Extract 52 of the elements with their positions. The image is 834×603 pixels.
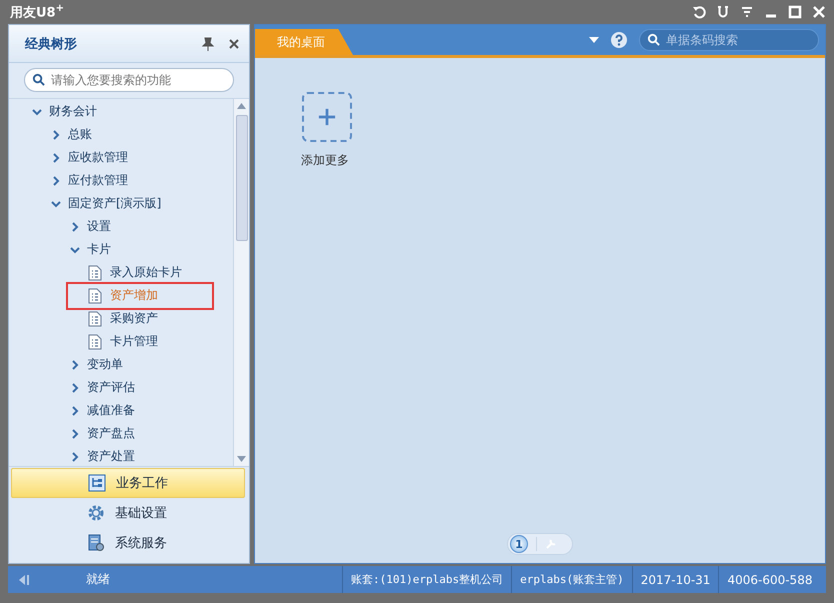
status-text: 就绪 — [86, 571, 111, 588]
tree-item[interactable]: 减值准备 — [84, 400, 138, 421]
gear-icon — [87, 504, 105, 522]
pin-icon[interactable] — [201, 36, 215, 50]
u-shaped-icon[interactable] — [716, 5, 730, 19]
nav-item[interactable]: 基础设置 — [11, 498, 245, 528]
scroll-up-icon[interactable] — [237, 103, 246, 109]
dropdown-icon[interactable] — [589, 37, 599, 43]
add-button[interactable] — [302, 92, 352, 142]
tree-item[interactable]: 财务会计 — [46, 101, 100, 122]
tree-item[interactable]: 设置 — [84, 216, 114, 237]
menu-icon[interactable] — [740, 5, 754, 19]
tree-item[interactable]: 应收款管理 — [65, 147, 131, 168]
tree-item[interactable]: 固定资产[演示版] — [65, 193, 164, 214]
tree-item[interactable]: 资产评估 — [84, 377, 138, 398]
document-icon — [88, 310, 102, 326]
nav-item[interactable]: 业务工作 — [11, 468, 245, 498]
search-field[interactable]: 单据条码搜索 — [639, 29, 819, 51]
phone-text: 4006-600-588 — [718, 566, 820, 593]
user-info: erplabs(账套主管) — [511, 566, 632, 593]
plus-icon — [318, 108, 336, 126]
account-info: 账套:(101)erplabs整机公司 — [342, 566, 512, 593]
scrollbar[interactable] — [233, 99, 249, 466]
refresh-icon[interactable] — [692, 5, 706, 19]
window-title: 用友U8$^{+}$ — [10, 2, 64, 22]
tree-item[interactable]: 资产盘点 — [84, 423, 138, 444]
tree-item[interactable]: 卡片管理 — [107, 331, 161, 352]
tree-item[interactable]: 卡片 — [84, 239, 114, 260]
tree-item[interactable]: 总账 — [65, 124, 95, 145]
collapse-left-icon[interactable] — [18, 574, 32, 586]
server-icon — [87, 534, 105, 552]
help-icon[interactable] — [611, 32, 627, 48]
panel-title: 经典树形 — [25, 36, 77, 52]
page-button[interactable]: 1 — [510, 535, 528, 553]
add-label: 添加更多 — [301, 152, 350, 169]
tree-item[interactable]: 录入原始卡片 — [107, 262, 185, 283]
tree-item[interactable]: 采购资产 — [107, 308, 161, 329]
search-field[interactable]: 请输入您要搜索的功能 — [24, 68, 234, 92]
document-icon — [88, 288, 102, 304]
nav-item[interactable]: 系统服务 — [11, 528, 245, 558]
tree-icon — [88, 474, 106, 492]
date-text: 2017-10-31 — [632, 566, 718, 593]
tree-item[interactable]: 应付款管理 — [65, 170, 131, 191]
tree-item[interactable]: 变动单 — [84, 354, 126, 375]
close-icon[interactable] — [812, 5, 826, 19]
maximize-icon[interactable] — [788, 5, 802, 19]
scroll-thumb[interactable] — [236, 115, 248, 241]
tree-item[interactable]: 资产处置 — [84, 446, 138, 466]
close-icon[interactable] — [227, 36, 241, 50]
scroll-down-icon[interactable] — [237, 456, 246, 462]
document-icon — [88, 264, 102, 280]
document-icon — [88, 334, 102, 350]
